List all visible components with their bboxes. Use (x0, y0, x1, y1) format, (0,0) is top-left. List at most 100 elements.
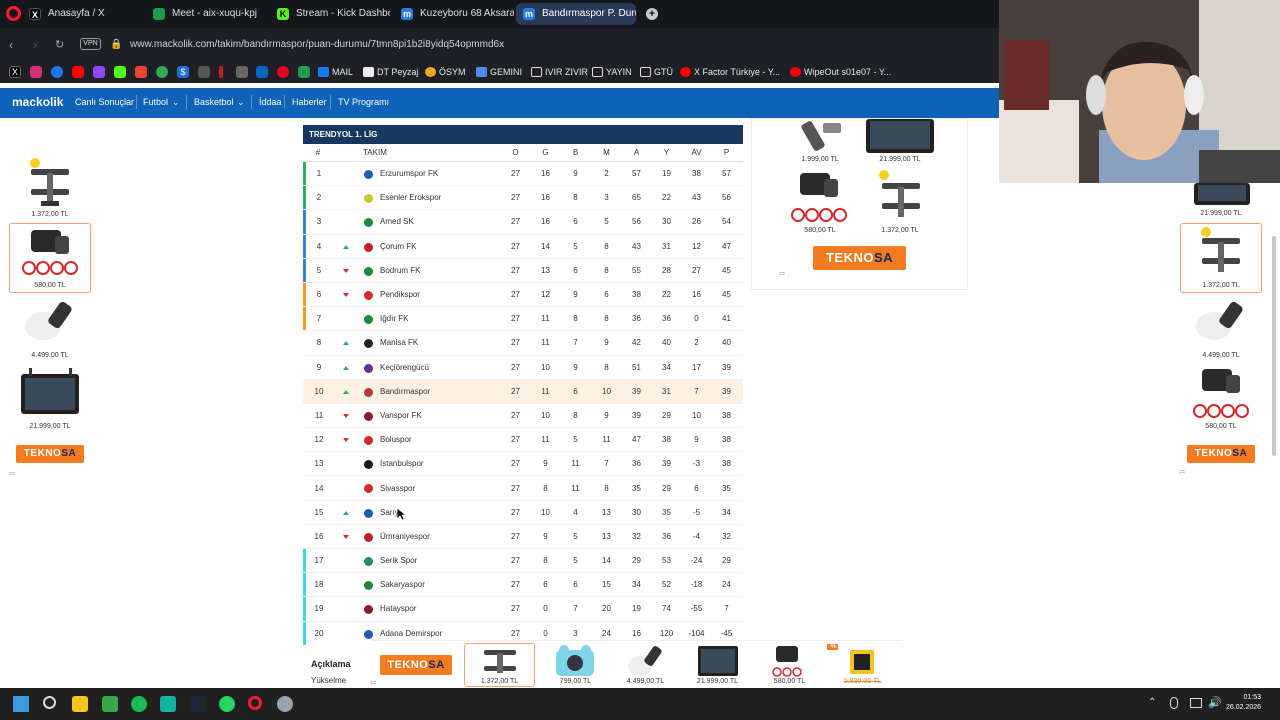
team-name-link[interactable]: Serik Spor (380, 549, 500, 572)
app-icon[interactable] (160, 696, 176, 712)
bookmark-x-icon[interactable]: X (9, 66, 21, 78)
right-ad-column[interactable]: 21.999,00 TL 1.372,00 TL 4.499,00 TL 580… (1180, 183, 1262, 473)
tray-chevron-up-icon[interactable]: ⌃ (1148, 697, 1156, 708)
table-row[interactable]: 9 Keçiörengücü 27 10 9 8 51 34 17 39 (303, 356, 743, 380)
table-row[interactable]: 16 Ümraniyespor 27 9 5 13 32 36 -4 32 (303, 525, 743, 549)
tab-kick[interactable]: K Stream - Kick Dashboard (270, 3, 390, 25)
bookmark-ivir-zivir[interactable]: IVIR ZIVIR (531, 66, 588, 78)
left-ad-column[interactable]: 1.372,00 TL 580,00 TL 4.499,00 TL 21.999… (9, 150, 91, 480)
bookmark-pinterest-icon[interactable] (277, 66, 289, 78)
table-row[interactable]: 4 Çorum FK 27 14 5 8 43 31 12 47 (303, 234, 743, 259)
bookmark-yayin[interactable]: YAYIN (592, 66, 632, 78)
nav-basketbol[interactable]: Basketbol (194, 97, 234, 107)
bookmark-phone-icon[interactable] (298, 66, 310, 78)
table-row[interactable]: 7 Iğdır FK 27 11 8 8 36 36 0 41 (303, 307, 743, 332)
teknosa-logo[interactable]: TEKNOSA (1187, 445, 1255, 463)
nav-haberler[interactable]: Haberler (292, 97, 327, 107)
spotify-icon[interactable] (131, 696, 147, 712)
back-icon[interactable]: ‹ (9, 38, 13, 52)
bookmark-mail[interactable]: MAIL (318, 66, 353, 78)
lock-icon[interactable]: 🔒 (110, 39, 122, 50)
bookmark-dollar-icon[interactable]: $ (177, 66, 189, 78)
bookmark-gtu[interactable]: GTÜ (640, 66, 673, 78)
ad-info-icon[interactable]: ⚏ (779, 269, 785, 277)
mackolik-logo[interactable]: mackolik (12, 95, 63, 109)
table-row[interactable]: 8 Manisa FK 27 11 7 9 42 40 2 40 (303, 331, 743, 356)
tab-kuzeyboru[interactable]: m Kuzeyboru 68 Aksaraysp (394, 3, 514, 25)
team-name-link[interactable]: Boluspor (380, 428, 500, 451)
team-name-link[interactable]: Iğdır FK (380, 307, 500, 330)
table-row[interactable]: 1 Erzurumspor FK 27 16 9 2 57 19 38 57 (303, 162, 743, 187)
chevron-down-icon[interactable]: ⌄ (172, 97, 180, 108)
table-row[interactable]: 13 İstanbulspor 27 9 11 7 36 39 -3 38 (303, 452, 743, 477)
bookmark-maps-icon[interactable] (156, 66, 168, 78)
table-row[interactable]: 12 Boluspor 27 11 5 11 47 38 9 38 (303, 428, 743, 453)
teknosa-logo[interactable]: TEKNOSA (16, 445, 84, 463)
bookmark-youtube-icon[interactable] (72, 66, 84, 78)
bookmark-facebook-icon[interactable] (51, 66, 63, 78)
teknosa-logo[interactable]: TEKNOSA (380, 655, 452, 675)
bookmark-red-icon[interactable] (219, 66, 223, 78)
bookmark-x-factor[interactable]: X Factor Türkiye - Y... (680, 66, 780, 78)
nav-tv-programi[interactable]: TV Programı (338, 97, 389, 107)
new-tab-plus-icon[interactable]: + (646, 8, 658, 20)
ad-info-icon[interactable]: ⚏ (1179, 467, 1185, 475)
table-row[interactable]: 11 Vanspor FK 27 10 8 9 39 29 10 38 (303, 404, 743, 429)
table-row[interactable]: 5 Bodrum FK 27 13 6 8 55 28 27 45 (303, 258, 743, 283)
bookmark-gemini[interactable]: GEMINI (476, 66, 522, 78)
page-scrollbar[interactable] (1272, 236, 1276, 456)
middle-ad-box[interactable]: 1.999,00 TL 21.999,00 TL 580,00 TL 1.372… (751, 118, 968, 290)
team-name-link[interactable]: Pendikspor (380, 283, 500, 306)
table-row[interactable]: 3 Amed SK 27 16 6 5 56 30 26 54 (303, 210, 743, 235)
opera-logo-icon[interactable] (6, 6, 21, 21)
system-clock[interactable]: 01:53 26.02.2026 (1226, 693, 1261, 713)
microphone-icon[interactable] (1170, 697, 1178, 709)
team-name-link[interactable]: Hatayspor (380, 597, 500, 620)
chevron-down-icon[interactable]: ⌄ (237, 97, 245, 108)
network-icon[interactable] (1190, 698, 1202, 708)
windows-start-icon[interactable] (13, 696, 29, 712)
ad-info-icon[interactable]: ⚏ (9, 469, 15, 477)
bookmark-dt-peyzaj[interactable]: DT Peyzaj (363, 66, 418, 78)
search-icon[interactable] (43, 696, 56, 709)
team-name-link[interactable]: Keçiörengücü (380, 356, 500, 379)
table-row[interactable]: 14 Sivasspor 27 8 11 8 35 29 6 35 (303, 476, 743, 501)
settings-gear-icon[interactable] (277, 696, 293, 712)
nav-canli-sonuclar[interactable]: Canlı Sonuçlar (75, 97, 134, 107)
bookmark-wipeout[interactable]: WipeOut s01e07 - Y... (790, 66, 891, 78)
xbox-icon[interactable] (102, 696, 118, 712)
nav-iddaa[interactable]: İddaa (259, 97, 282, 107)
team-name-link[interactable]: Esenler Erokspor (380, 186, 500, 209)
tab-x[interactable]: X Anasayfa / X (22, 3, 142, 25)
team-name-link[interactable]: İstanbulspor (380, 452, 500, 475)
table-row[interactable]: 2 Esenler Erokspor 27 16 8 3 65 22 43 56 (303, 186, 743, 211)
bookmark-grid-icon[interactable] (236, 66, 248, 78)
whatsapp-icon[interactable] (219, 696, 235, 712)
steam-icon[interactable] (189, 696, 205, 712)
team-name-link[interactable]: Çorum FK (380, 235, 500, 258)
team-name-link[interactable]: Manisa FK (380, 331, 500, 354)
team-name-link[interactable]: Amed SK (380, 210, 500, 233)
bookmark-linkedin-icon[interactable] (256, 66, 268, 78)
opera-icon[interactable] (248, 696, 262, 710)
bookmark-kick-icon[interactable] (114, 66, 126, 78)
table-row[interactable]: 6 Pendikspor 27 12 9 6 38 22 16 45 (303, 282, 743, 308)
team-name-link[interactable]: Ümraniyespor (380, 525, 500, 548)
table-row[interactable]: 17 Serik Spor 27 8 5 14 29 53 -24 29 (303, 549, 743, 574)
table-row[interactable]: 19 Hatayspor 27 0 7 20 19 74 -55 7 (303, 597, 743, 622)
team-name-link[interactable]: Sakaryaspor (380, 573, 500, 596)
teknosa-logo[interactable]: TEKNOSA (813, 246, 906, 270)
team-name-link[interactable]: Vanspor FK (380, 404, 500, 427)
team-name-link[interactable]: Sivasspor (380, 476, 500, 499)
table-row[interactable]: 18 Sakaryaspor 27 6 6 15 34 52 -18 24 (303, 573, 743, 598)
nav-futbol[interactable]: Futbol (143, 97, 168, 107)
reload-icon[interactable]: ↻ (55, 38, 64, 51)
table-row[interactable]: 15 Sarıy 27 10 4 13 30 35 -5 34 (303, 501, 743, 525)
vpn-badge[interactable]: VPN (80, 38, 101, 50)
bookmark-gmail-icon[interactable] (135, 66, 147, 78)
bookmark-instagram-icon[interactable] (30, 66, 42, 78)
forward-icon[interactable]: › (33, 38, 37, 52)
tab-bandirmaspor[interactable]: m Bandırmaspor P. Durumu (516, 3, 636, 25)
volume-icon[interactable]: 🔊 (1208, 696, 1222, 709)
url-field[interactable]: www.mackolik.com/takim/bandırmaspor/puan… (130, 39, 504, 50)
